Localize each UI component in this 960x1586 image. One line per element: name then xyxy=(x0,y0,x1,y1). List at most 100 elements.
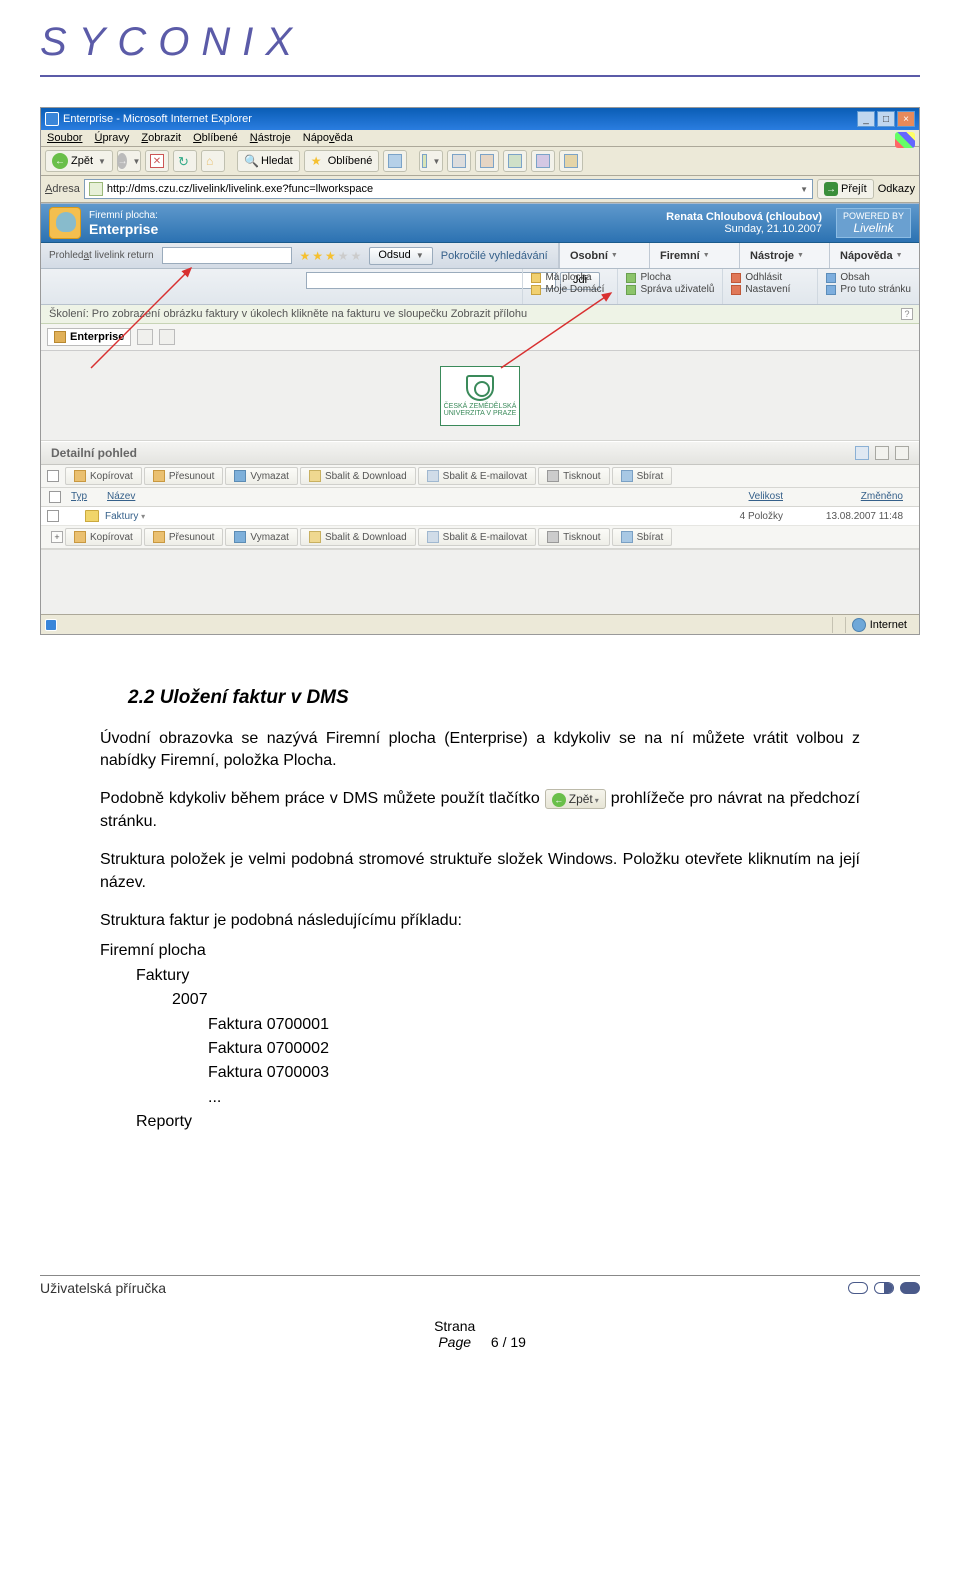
research-button[interactable] xyxy=(531,150,555,172)
footer-divider xyxy=(40,1275,920,1276)
pill-full-icon xyxy=(900,1282,920,1294)
delete-button[interactable]: Vymazat xyxy=(225,467,298,485)
nav-company[interactable]: Firemní▼ xyxy=(660,250,729,262)
nav-personal[interactable]: Osobní▼ xyxy=(570,250,639,262)
link-my-area[interactable]: Má plocha xyxy=(531,272,609,283)
menu-edit[interactable]: Úpravy xyxy=(94,132,129,144)
workspace-tab[interactable]: Enterprise xyxy=(47,328,131,346)
ie-icon xyxy=(45,112,59,126)
folder-tree: Firemní plocha Faktury 2007 Faktura 0700… xyxy=(100,940,860,1133)
page-icon xyxy=(89,182,103,196)
mail-button[interactable]: Sbalit & E-mailovat xyxy=(418,467,536,485)
footer-title: Uživatelská příručka xyxy=(40,1280,166,1296)
col-changed[interactable]: Změněno xyxy=(783,491,903,503)
tree-l4d: ... xyxy=(208,1087,860,1109)
search-button[interactable]: 🔍Hledat xyxy=(237,150,300,172)
minimize-button[interactable]: _ xyxy=(857,111,875,127)
paragraph-4: Struktura faktur je podobná následujícím… xyxy=(100,910,860,932)
zip-button[interactable]: Sbalit & Download xyxy=(300,467,416,485)
status-bar: Internet xyxy=(41,614,919,634)
menu-view[interactable]: Zobrazit xyxy=(141,132,181,144)
go-button[interactable]: →Přejít xyxy=(817,179,874,199)
advanced-search-link[interactable]: Pokročilé vyhledávání xyxy=(441,250,548,262)
edit-button[interactable] xyxy=(475,150,499,172)
view-detail-icon[interactable] xyxy=(855,446,869,460)
ws-extra-2[interactable] xyxy=(159,329,175,345)
row-date: 13.08.2007 11:48 xyxy=(783,511,903,522)
current-date: Sunday, 21.10.2007 xyxy=(666,223,822,235)
forward-button[interactable]: →▼ xyxy=(117,150,141,172)
paragraph-2: Podobně kdykoliv během práce v DMS můžet… xyxy=(100,788,860,833)
tip-close-icon[interactable]: ? xyxy=(901,308,913,320)
page-number: 6 / 19 xyxy=(491,1334,526,1350)
mail-button-b[interactable]: Sbalit & E-mailovat xyxy=(418,528,536,546)
nav-help[interactable]: Nápověda▼ xyxy=(840,250,909,262)
header-checkbox[interactable] xyxy=(49,491,61,503)
menu-help[interactable]: Nápověda xyxy=(303,132,353,144)
user-name[interactable]: Renata Chloubová (chloubov) xyxy=(666,211,822,223)
link-logout[interactable]: Odhlásit xyxy=(731,272,809,283)
avatar-icon xyxy=(49,207,81,239)
view-icons-icon[interactable] xyxy=(875,446,889,460)
move-button[interactable]: Přesunout xyxy=(144,467,224,485)
pill-empty-icon xyxy=(848,1282,868,1294)
print-button[interactable]: Tisknout xyxy=(538,467,609,485)
link-area[interactable]: Plocha xyxy=(626,272,714,283)
col-name[interactable]: Název xyxy=(107,491,703,503)
back-button[interactable]: ←Zpět▼ xyxy=(45,150,113,172)
refresh-button[interactable]: ↻ xyxy=(173,150,197,172)
search-input-2[interactable] xyxy=(306,272,556,289)
inline-back-button: ←Zpět▾ xyxy=(545,789,606,809)
ws-extra-1[interactable] xyxy=(137,329,153,345)
close-button[interactable]: × xyxy=(897,111,915,127)
collect-button-b[interactable]: Sbírat xyxy=(612,528,673,546)
link-this-page[interactable]: Pro tuto stránku xyxy=(826,284,911,295)
address-label: Adresa xyxy=(45,183,80,195)
history-button[interactable] xyxy=(383,150,407,172)
copy-button-b[interactable]: Kopírovat xyxy=(65,528,142,546)
home-button[interactable]: ⌂ xyxy=(201,150,225,172)
stop-button[interactable]: ✕ xyxy=(145,150,169,172)
msn-button[interactable] xyxy=(559,150,583,172)
collect-button[interactable]: Sbírat xyxy=(612,467,673,485)
discuss-button[interactable] xyxy=(503,150,527,172)
mail-button[interactable]: ▼ xyxy=(419,150,443,172)
search-input[interactable] xyxy=(162,247,292,264)
menu-tools[interactable]: Nástroje xyxy=(250,132,291,144)
maximize-button[interactable]: □ xyxy=(877,111,895,127)
select-all-checkbox[interactable] xyxy=(47,470,59,482)
row-name[interactable]: Faktury ▾ xyxy=(105,511,703,522)
link-users[interactable]: Správa uživatelů xyxy=(626,284,714,295)
pill-half-icon xyxy=(874,1282,894,1294)
link-my-home[interactable]: Moje Domácí xyxy=(531,284,609,295)
row-checkbox[interactable] xyxy=(47,510,59,522)
expand-icon[interactable]: + xyxy=(51,531,63,543)
workspace-row: Enterprise xyxy=(41,324,919,351)
rating-stars[interactable]: ★★★★★ xyxy=(300,249,362,263)
links-label[interactable]: Odkazy xyxy=(878,183,915,195)
menu-bar: Soubor Úpravy Zobrazit Oblíbené Nástroje… xyxy=(41,130,919,147)
print-button[interactable] xyxy=(447,150,471,172)
address-input[interactable]: http://dms.czu.cz/livelink/livelink.exe?… xyxy=(84,179,813,199)
move-button-b[interactable]: Přesunout xyxy=(144,528,224,546)
zip-button-b[interactable]: Sbalit & Download xyxy=(300,528,416,546)
link-settings[interactable]: Nastavení xyxy=(731,284,809,295)
col-type[interactable]: Typ xyxy=(71,491,107,503)
nav-tools[interactable]: Nástroje▼ xyxy=(750,250,819,262)
action-row-bottom: + Kopírovat Přesunout Vymazat Sbalit & D… xyxy=(41,526,919,549)
menu-fav[interactable]: Oblíbené xyxy=(193,132,238,144)
cube-icon xyxy=(54,331,66,343)
windows-flag-icon xyxy=(895,132,915,148)
link-contents[interactable]: Obsah xyxy=(826,272,911,283)
col-size[interactable]: Velikost xyxy=(703,491,783,503)
copy-button[interactable]: Kopírovat xyxy=(65,467,142,485)
menu-file[interactable]: Soubor xyxy=(47,132,82,144)
favorites-button[interactable]: ★Oblíbené xyxy=(304,150,380,172)
print-button-b[interactable]: Tisknout xyxy=(538,528,609,546)
from-here-button[interactable]: Odsud ▼ xyxy=(369,247,432,265)
paragraph-1: Úvodní obrazovka se nazývá Firemní ploch… xyxy=(100,728,860,773)
blank-area xyxy=(41,549,919,614)
view-small-icon[interactable] xyxy=(895,446,909,460)
search-row-2: Jdi Má plocha Moje Domácí Plocha Správa … xyxy=(41,269,919,305)
delete-button-b[interactable]: Vymazat xyxy=(225,528,298,546)
